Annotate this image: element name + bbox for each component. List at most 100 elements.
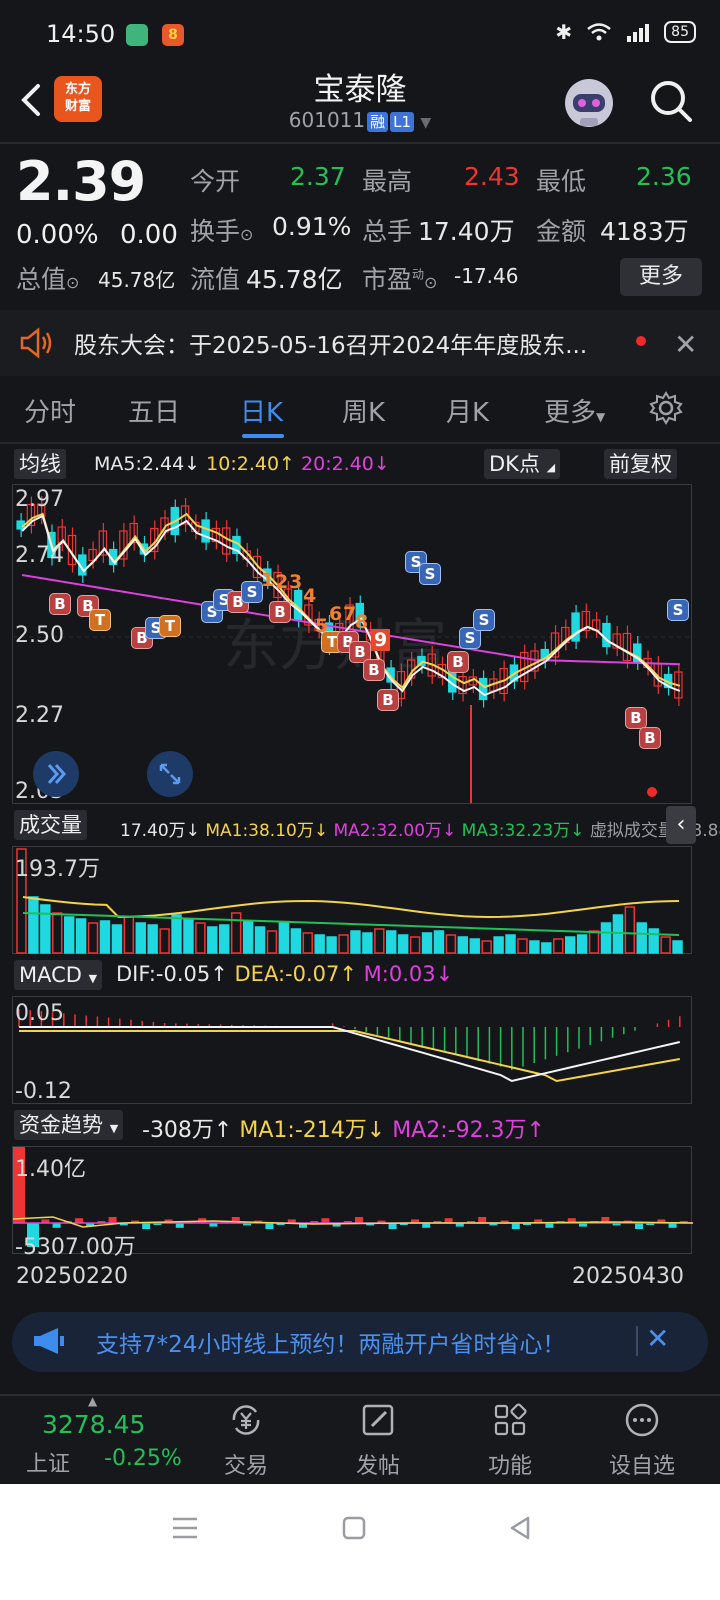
nav-trade-label: 交易	[223, 1454, 268, 1479]
fund-trend-chart[interactable]: 1.40亿 -5307.00万	[12, 1146, 693, 1260]
volume-y-max: 193.7万	[15, 857, 100, 882]
volume-bar	[278, 922, 290, 954]
ma-indicator-selector[interactable]: 均线	[14, 449, 66, 479]
volume-bar	[207, 926, 218, 954]
buy-marker[interactable]: B	[269, 601, 291, 623]
amount-value: 4183万	[600, 217, 689, 246]
volume-bar	[386, 930, 397, 954]
unread-dot	[636, 336, 646, 346]
collapse-chevron-icon[interactable]: ‹	[666, 806, 696, 844]
nav-post[interactable]: 发帖	[328, 1402, 428, 1482]
sell-marker[interactable]: S	[667, 599, 689, 621]
tab-weekly-k[interactable]: 周K	[342, 392, 385, 429]
nav-add-watchlist[interactable]: 设自选	[592, 1402, 692, 1482]
index-value[interactable]: 3278.45	[42, 1410, 145, 1439]
volume-bar	[159, 928, 170, 954]
volume-indicator-selector[interactable]: 成交量	[14, 810, 87, 840]
float-cap-label: 流值	[190, 265, 241, 294]
volume-current: 17.40万↓	[120, 821, 200, 841]
sell-marker[interactable]: S	[419, 563, 441, 585]
volume-bar	[87, 922, 99, 954]
macd-dea: DEA:-0.07↑	[234, 962, 357, 986]
buy-marker[interactable]: B	[49, 593, 71, 615]
info-icon[interactable]: ⊙	[240, 225, 253, 244]
volume-bar	[63, 916, 75, 954]
y-axis-label: 2.50	[15, 623, 64, 648]
menu-lines-icon[interactable]	[170, 1514, 200, 1542]
volume-ma1-line	[22, 896, 680, 919]
fullscreen-button[interactable]	[147, 751, 193, 797]
nav-function[interactable]: 功能	[460, 1402, 560, 1482]
fund-y-min: -5307.00万	[15, 1235, 136, 1260]
macd-indicator-selector[interactable]: MACD ▼	[14, 960, 103, 990]
fund-ma1: MA1:-214万↓	[239, 1118, 386, 1143]
home-square-icon[interactable]	[340, 1514, 368, 1542]
fund-trend-selector[interactable]: 资金趋势 ▼	[14, 1110, 124, 1140]
volume-bar	[397, 934, 409, 954]
robot-assistant-icon[interactable]	[560, 74, 618, 132]
quote-more-button[interactable]: 更多	[620, 258, 702, 296]
tab-daily-k[interactable]: 日K	[240, 392, 283, 429]
info-icon[interactable]: ⊙	[424, 273, 437, 292]
adjust-button[interactable]: 前复权	[604, 449, 677, 479]
total-cap-label: 总值⊙	[16, 260, 79, 296]
volume-chart[interactable]: 193.7万	[12, 846, 692, 954]
chart-settings-gear-icon[interactable]	[648, 390, 684, 426]
status-icons: ✱ 85	[555, 20, 696, 44]
sequence-count-label: 1	[261, 569, 275, 591]
nav-trade[interactable]: 交易	[196, 1402, 296, 1482]
macd-chart[interactable]: 0.05 -0.12	[12, 996, 692, 1104]
ma20-value: 20:2.40↓	[301, 453, 390, 475]
search-icon[interactable]	[648, 78, 694, 124]
fund-value: -308万↑	[142, 1118, 233, 1143]
turnover-label: 换手⊙	[190, 212, 253, 248]
buy-marker[interactable]: B	[447, 651, 469, 673]
tab-five-day[interactable]: 五日	[128, 392, 180, 429]
volume-bar	[481, 940, 492, 954]
volume-bar	[636, 922, 647, 954]
date-end: 20250430	[572, 1264, 684, 1289]
ma5-value: MA5:2.44↓	[94, 453, 201, 475]
y-axis-label: 2.97	[15, 487, 64, 512]
volume-bar	[624, 906, 636, 954]
volume-bar	[195, 922, 206, 954]
back-triangle-icon[interactable]	[506, 1514, 534, 1542]
tab-more[interactable]: 更多▼	[544, 392, 605, 429]
sequence-count-label: 9	[371, 629, 391, 651]
dif-line	[19, 1026, 681, 1083]
kline-chart[interactable]: 东方财富 2.97 2.74 2.50 2.27 2.03 B B T B S …	[12, 484, 693, 804]
pe-value: -17.46	[454, 264, 519, 288]
buy-marker[interactable]: B	[639, 727, 661, 749]
pe-label: 市盈动⊙	[362, 260, 437, 296]
sell-marker[interactable]: S	[473, 609, 495, 631]
expand-up-icon[interactable]: ▲	[88, 1394, 97, 1408]
volume-bar	[219, 924, 230, 954]
tab-monthly-k[interactable]: 月K	[446, 392, 489, 429]
volume-bar	[350, 930, 361, 954]
megaphone-icon	[34, 1328, 64, 1354]
dk-point-button[interactable]: DK点 ◢	[484, 449, 561, 479]
status-time: 14:50	[46, 20, 116, 48]
candle-body	[201, 519, 210, 543]
volume-bar	[433, 930, 445, 954]
t-marker[interactable]: T	[159, 615, 181, 637]
buy-marker[interactable]: B	[377, 689, 399, 711]
turnover-label-text: 换手	[190, 217, 241, 246]
volume-bar	[290, 928, 302, 954]
notice-close-icon[interactable]: ✕	[674, 328, 697, 361]
tab-intraday[interactable]: 分时	[24, 392, 76, 429]
sell-marker[interactable]: S	[241, 581, 263, 603]
volume-bar	[75, 918, 87, 954]
volume-value: 17.40万	[418, 217, 515, 246]
fund-ma2: MA2:-92.3万↑	[392, 1118, 545, 1143]
expand-arrows-button[interactable]	[33, 751, 79, 797]
status-bar: 14:50 8 ✱ 85	[0, 0, 720, 70]
info-icon[interactable]: ⊙	[66, 273, 79, 292]
buy-marker[interactable]: B	[363, 659, 385, 681]
corner-triangle-icon: ◢	[546, 461, 556, 474]
fund-bar	[265, 1223, 274, 1229]
buy-marker[interactable]: B	[625, 707, 647, 729]
promo-close-icon[interactable]: ✕	[646, 1322, 669, 1355]
t-marker[interactable]: T	[89, 609, 111, 631]
dk-button-label: DK点	[489, 452, 540, 476]
